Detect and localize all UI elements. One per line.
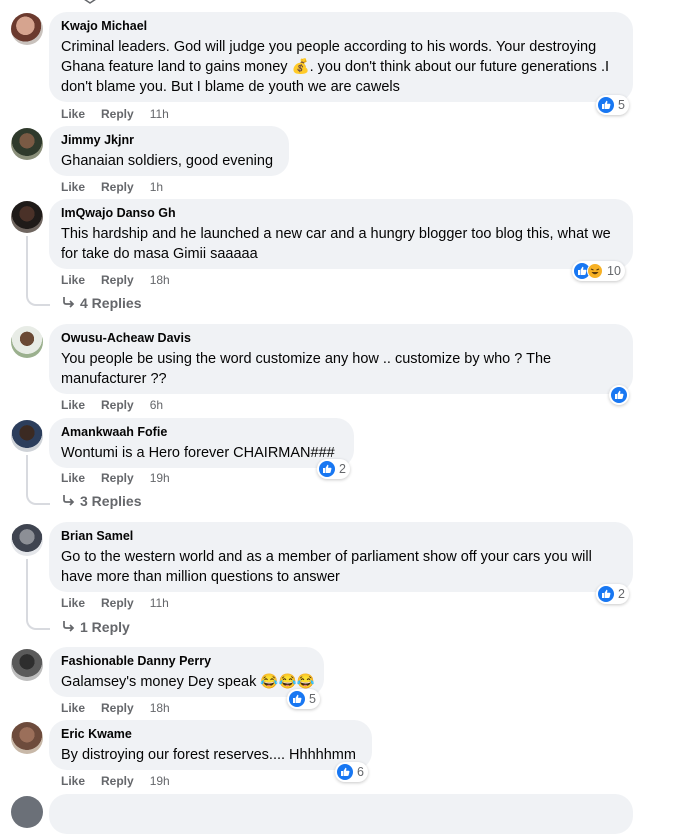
timestamp[interactable]: 19h [150,471,170,485]
view-replies-link[interactable]: 1 Reply [62,619,130,635]
like-button[interactable]: Like [61,180,85,194]
comment-text: Criminal leaders. God will judge you peo… [61,39,610,95]
like-reaction-icon [319,461,335,477]
comment-text: Galamsey's money Dey speak 😂😂😂 [61,674,315,690]
like-button[interactable]: Like [61,107,85,121]
like-reaction-icon [598,97,614,113]
like-reaction-icon [337,764,353,780]
avatar[interactable] [11,13,43,45]
like-button[interactable]: Like [61,774,85,788]
timestamp[interactable]: 11h [150,107,169,121]
thread-line [26,559,28,619]
reply-button[interactable]: Reply [101,596,134,610]
reaction-count[interactable]: 5 [287,689,320,709]
timestamp[interactable]: 18h [150,273,170,287]
reply-button[interactable]: Reply [101,398,134,412]
comment-author[interactable]: Amankwaah Fofie [61,425,167,439]
reaction-count[interactable]: 10 [572,261,625,281]
reply-button[interactable]: Reply [101,273,134,287]
reaction-count[interactable]: 2 [317,459,350,479]
previous-comment-fragment [80,0,100,4]
timestamp[interactable]: 11h [150,596,169,610]
avatar[interactable] [11,649,43,681]
reaction-count[interactable]: 5 [596,95,629,115]
comment-actions: Like Reply 18h [61,273,186,287]
comment-text: By distroying our forest reserves.... Hh… [61,747,356,763]
avatar[interactable] [11,420,43,452]
thread-line [26,455,28,494]
comment-text: Wontumi is a Hero forever CHAIRMAN### [61,445,335,461]
comment-bubble: Fashionable Danny Perry Galamsey's money… [49,647,324,697]
comment-bubble: Amankwaah Fofie Wontumi is a Hero foreve… [49,418,354,468]
avatar[interactable] [11,128,43,160]
comment-bubble: Jimmy Jkjnr Ghanaian soldiers, good even… [49,126,289,176]
like-reaction-icon [598,586,614,602]
like-button[interactable]: Like [61,701,85,715]
comment-author[interactable]: Owusu-Acheaw Davis [61,331,191,345]
thread-line [26,236,28,296]
like-button[interactable]: Like [61,471,85,485]
comment-bubble: Brian Samel Go to the western world and … [49,522,633,592]
reply-button[interactable]: Reply [101,180,134,194]
comment-bubble [49,794,633,834]
timestamp[interactable]: 19h [150,774,170,788]
view-replies-link[interactable]: 3 Replies [62,493,141,509]
view-replies-link[interactable]: 4 Replies [62,295,141,311]
comment-bubble: ImQwajo Danso Gh This hardship and he la… [49,199,633,269]
comment-text: Ghanaian soldiers, good evening [61,153,274,169]
reaction-count[interactable] [609,385,629,405]
reply-button[interactable]: Reply [101,471,134,485]
comment-text: Go to the western world and as a member … [61,549,592,585]
comment-bubble: Kwajo Michael Criminal leaders. God will… [49,12,633,102]
comment-author[interactable]: Fashionable Danny Perry [61,654,211,668]
comment-text: This hardship and he launched a new car … [61,226,611,262]
comment-actions: Like Reply 19h [61,471,186,485]
timestamp[interactable]: 1h [150,180,163,194]
comment-actions: Like Reply 11h [61,107,185,121]
timestamp[interactable]: 18h [150,701,170,715]
reaction-count[interactable]: 2 [596,584,629,604]
thread-connector [26,292,50,306]
comment-bubble: Owusu-Acheaw Davis You people be using t… [49,324,633,394]
like-reaction-icon [611,387,627,403]
reply-arrow-icon [63,621,75,632]
reply-button[interactable]: Reply [101,701,134,715]
comment-author[interactable]: Jimmy Jkjnr [61,133,134,147]
comment-author[interactable]: ImQwajo Danso Gh [61,206,176,220]
comment-author[interactable]: Kwajo Michael [61,19,147,33]
like-button[interactable]: Like [61,596,85,610]
comment-actions: Like Reply 11h [61,596,185,610]
reaction-count[interactable]: 6 [335,762,368,782]
like-button[interactable]: Like [61,273,85,287]
comment-text: You people be using the word customize a… [61,351,552,387]
avatar[interactable] [11,326,43,358]
like-button[interactable]: Like [61,398,85,412]
like-reaction-icon [289,691,305,707]
comment-actions: Like Reply 19h [61,774,186,788]
reply-arrow-icon [63,297,75,308]
comment-author[interactable]: Brian Samel [61,529,133,543]
avatar[interactable] [11,524,43,556]
avatar[interactable] [11,722,43,754]
haha-reaction-icon [587,263,603,279]
timestamp[interactable]: 6h [150,398,163,412]
avatar[interactable] [11,796,43,828]
thread-connector [26,616,50,630]
thread-connector [26,491,50,505]
comment-actions: Like Reply 18h [61,701,186,715]
reply-button[interactable]: Reply [101,107,134,121]
comment-actions: Like Reply 1h [61,180,179,194]
comment-bubble: Eric Kwame By distroying our forest rese… [49,720,372,770]
comment-author[interactable]: Eric Kwame [61,727,132,741]
reply-arrow-icon [63,495,75,506]
reply-button[interactable]: Reply [101,774,134,788]
avatar[interactable] [11,201,43,233]
comment-actions: Like Reply 6h [61,398,179,412]
